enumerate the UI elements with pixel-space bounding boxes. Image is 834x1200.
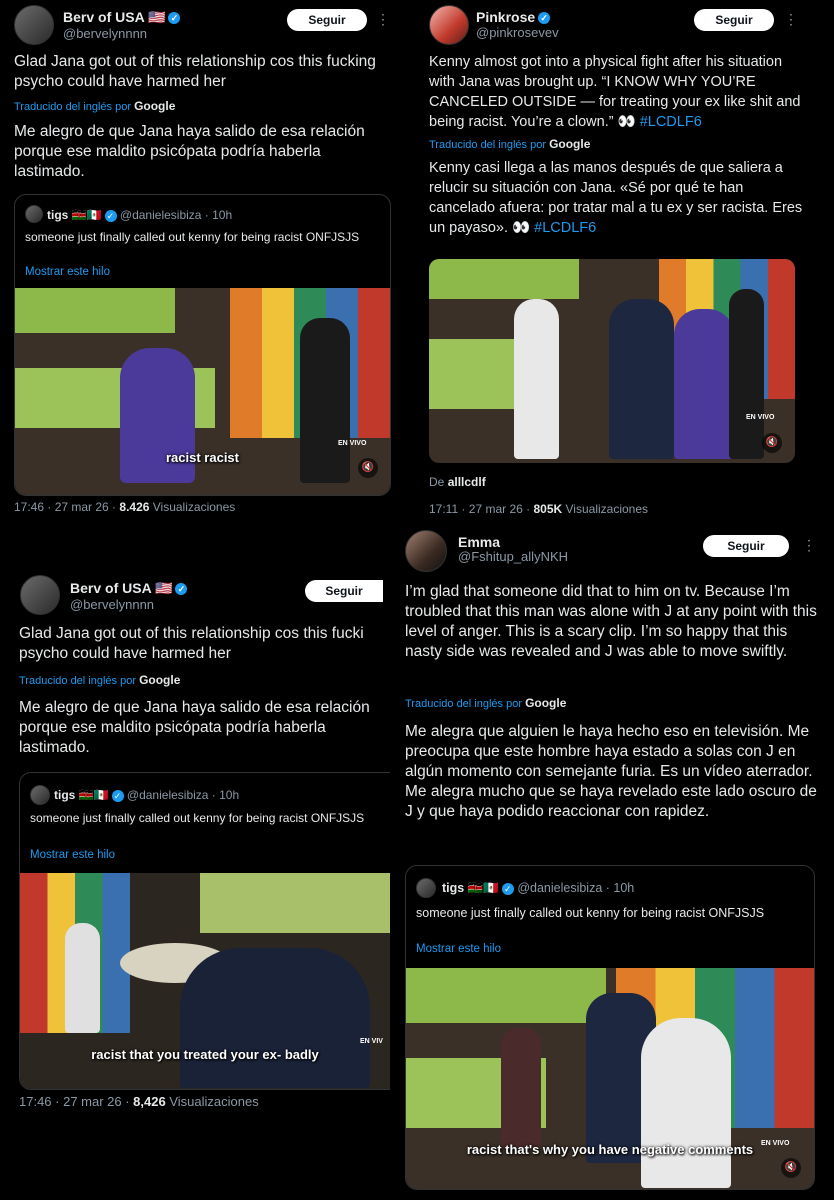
- tweet-text: Glad Jana got out of this relationship c…: [19, 625, 364, 662]
- quote-avatar: [416, 878, 436, 898]
- speaker-mute-icon[interactable]: 🔇: [762, 433, 782, 453]
- live-badge: EN VIVO: [761, 1140, 790, 1147]
- user-name[interactable]: Berv of USA 🇺🇸 ✓: [70, 580, 188, 597]
- tweet-translation: Kenny casi llega a las manos después de …: [429, 160, 803, 236]
- translated-by[interactable]: Traducido del inglés por Google: [19, 673, 180, 687]
- video-player[interactable]: racist that's why you have negative comm…: [406, 968, 814, 1189]
- verified-badge-icon: ✓: [104, 209, 117, 222]
- verified-badge-icon: ✓: [501, 882, 514, 895]
- video-scene-wall: [15, 288, 175, 333]
- tweet-timestamp[interactable]: 17:46 · 27 mar 26 · 8.426 Visualizacione…: [14, 500, 235, 514]
- user-handle[interactable]: @bervelynnnn: [63, 26, 147, 41]
- user-name[interactable]: Berv of USA 🇺🇸 ✓: [63, 9, 181, 26]
- quoted-tweet[interactable]: tigs 🇰🇪🇲🇽 ✓ @danielesibiza · 10h someone …: [14, 194, 391, 496]
- video-caption: racist that you treated your ex- badly: [91, 1047, 319, 1062]
- show-thread-link[interactable]: Mostrar este hilo: [25, 266, 110, 278]
- more-dots-icon[interactable]: ⋮: [784, 11, 798, 28]
- quote-header[interactable]: tigs 🇰🇪🇲🇽 ✓ @danielesibiza · 10h: [442, 881, 634, 896]
- video-person: [501, 1028, 541, 1148]
- video-person: [514, 299, 559, 459]
- follow-button[interactable]: Seguir: [694, 9, 774, 31]
- tweet-panel-berv-1: Berv of USA 🇺🇸 ✓ @bervelynnnn Seguir ⋮ Gl…: [0, 0, 400, 530]
- user-name[interactable]: Pinkrose ✓: [476, 9, 551, 25]
- more-dots-icon[interactable]: ⋮: [376, 11, 390, 28]
- tweet-text: Kenny almost got into a physical fight a…: [429, 54, 801, 130]
- video-source[interactable]: De alllcdlf: [429, 475, 486, 489]
- live-badge: EN VIVO: [746, 414, 775, 421]
- video-player[interactable]: EN VIVO 🔇: [429, 259, 795, 463]
- tweet-panel-pinkrose: Pinkrose ✓ @pinkrosevev Seguir ⋮ Kenny al…: [414, 0, 834, 525]
- user-handle[interactable]: @bervelynnnn: [70, 597, 154, 612]
- video-scene-wall: [429, 259, 579, 299]
- quoted-tweet[interactable]: tigs 🇰🇪🇲🇽 ✓ @danielesibiza · 10h someone …: [405, 865, 815, 1190]
- quote-avatar: [25, 205, 43, 223]
- video-person: [609, 299, 674, 459]
- avatar[interactable]: [429, 5, 469, 45]
- video-player[interactable]: racist racist EN VIVO 🔇: [15, 288, 390, 495]
- quote-text: someone just finally called out kenny fo…: [30, 811, 365, 825]
- hashtag-link[interactable]: #LCDLF6: [640, 114, 702, 130]
- quote-text: someone just finally called out kenny fo…: [25, 230, 360, 244]
- hashtag-link[interactable]: #LCDLF6: [534, 220, 596, 236]
- tweet-translation: Me alegro de que Jana haya salido de esa…: [14, 123, 365, 180]
- translated-by[interactable]: Traducido del inglés por Google: [429, 137, 590, 151]
- tweet-text: I’m glad that someone did that to him on…: [405, 583, 817, 660]
- tweet-translation: Me alegra que alguien le haya hecho eso …: [405, 723, 817, 820]
- follow-button[interactable]: Seguir: [703, 535, 789, 557]
- tweet-text: Glad Jana got out of this relationship c…: [14, 53, 376, 90]
- verified-badge-icon: ✓: [111, 789, 124, 802]
- avatar[interactable]: [14, 5, 54, 45]
- live-badge: EN VIV: [360, 1038, 383, 1045]
- video-person: [641, 1018, 731, 1188]
- quote-avatar: [30, 785, 50, 805]
- tweet-timestamp[interactable]: 17:46 · 27 mar 26 · 8,426 Visualizacione…: [19, 1094, 259, 1109]
- follow-button[interactable]: Seguir: [305, 580, 383, 602]
- translated-by[interactable]: Traducido del inglés por Google: [405, 696, 566, 710]
- video-person: [674, 309, 734, 459]
- video-caption: racist racist: [166, 450, 239, 465]
- user-name[interactable]: Emma: [458, 534, 500, 550]
- verified-badge-icon: ✓: [538, 12, 551, 25]
- video-player[interactable]: racist that you treated your ex- badly E…: [20, 873, 390, 1089]
- video-person: [729, 289, 764, 459]
- tweet-panel-emma: Emma @Fshitup_allyNKH Seguir ⋮ I’m glad …: [400, 525, 834, 1200]
- more-dots-icon[interactable]: ⋮: [802, 537, 816, 554]
- video-person: [65, 923, 100, 1033]
- verified-badge-icon: ✓: [168, 12, 181, 25]
- speaker-mute-icon[interactable]: 🔇: [358, 458, 378, 478]
- avatar[interactable]: [20, 575, 60, 615]
- quote-text: someone just finally called out kenny fo…: [416, 906, 765, 920]
- quote-header[interactable]: tigs 🇰🇪🇲🇽 ✓ @danielesibiza · 10h: [54, 788, 239, 802]
- video-scene-wall: [200, 873, 390, 933]
- user-handle[interactable]: @pinkrosevev: [476, 25, 559, 40]
- speaker-mute-icon[interactable]: 🔇: [781, 1158, 801, 1178]
- tweet-timestamp[interactable]: 17:11 · 27 mar 26 · 805K Visualizaciones: [429, 502, 648, 516]
- video-scene-wall: [406, 968, 606, 1023]
- user-handle[interactable]: @Fshitup_allyNKH: [458, 549, 568, 564]
- tweet-translation: Me alegro de que Jana haya salido de esa…: [19, 699, 370, 756]
- tweet-panel-berv-2: Berv of USA 🇺🇸 ✓ @bervelynnnn Seguir Glad…: [0, 570, 400, 1200]
- show-thread-link[interactable]: Mostrar este hilo: [30, 849, 115, 861]
- avatar[interactable]: [405, 530, 447, 572]
- translated-by[interactable]: Traducido del inglés por Google: [14, 99, 175, 113]
- video-person: [180, 948, 370, 1088]
- verified-badge-icon: ✓: [175, 583, 188, 596]
- quoted-tweet[interactable]: tigs 🇰🇪🇲🇽 ✓ @danielesibiza · 10h someone …: [19, 772, 390, 1090]
- video-caption: racist that's why you have negative comm…: [466, 1142, 754, 1157]
- follow-button[interactable]: Seguir: [287, 9, 367, 31]
- live-badge: EN VIVO: [338, 440, 367, 447]
- show-thread-link[interactable]: Mostrar este hilo: [416, 943, 501, 955]
- quote-header[interactable]: tigs 🇰🇪🇲🇽 ✓ @danielesibiza · 10h: [47, 208, 232, 222]
